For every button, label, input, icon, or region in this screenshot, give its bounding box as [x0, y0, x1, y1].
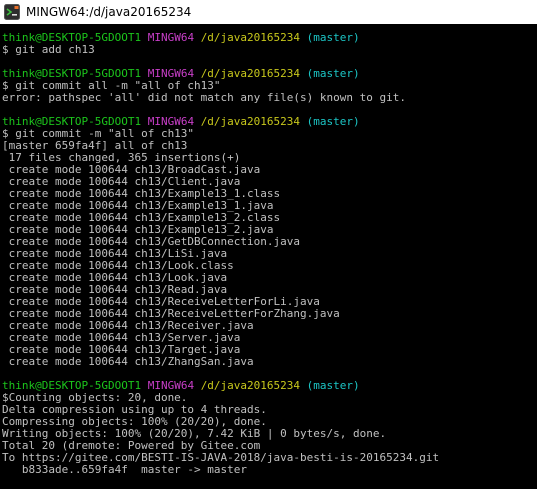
output-line: b833ade..659fa4f master -> master	[2, 463, 248, 476]
prompt-path: /d/java20165234	[200, 31, 301, 44]
output-line: error: pathspec 'all' did not match any …	[2, 91, 406, 104]
git-bash-icon	[4, 4, 20, 20]
prompt-path: /d/java20165234	[200, 379, 301, 392]
terminal-window: MINGW64:/d/java20165234 think@DESKTOP-5G…	[0, 0, 537, 489]
prompt-branch: (master)	[306, 31, 360, 44]
title-bar[interactable]: MINGW64:/d/java20165234	[0, 0, 537, 24]
command-line: $ git add ch13	[2, 43, 95, 56]
prompt-system: MINGW64	[147, 31, 195, 44]
window-title: MINGW64:/d/java20165234	[26, 5, 192, 19]
prompt-path: /d/java20165234	[200, 115, 301, 128]
terminal-output[interactable]: think@DESKTOP-5GDOOT1 MINGW64 /d/java201…	[0, 24, 537, 489]
prompt-branch: (master)	[306, 115, 360, 128]
output-line: create mode 100644 ch13/ZhangSan.java	[2, 355, 254, 368]
prompt-branch: (master)	[306, 67, 360, 80]
prompt-branch: (master)	[306, 379, 360, 392]
